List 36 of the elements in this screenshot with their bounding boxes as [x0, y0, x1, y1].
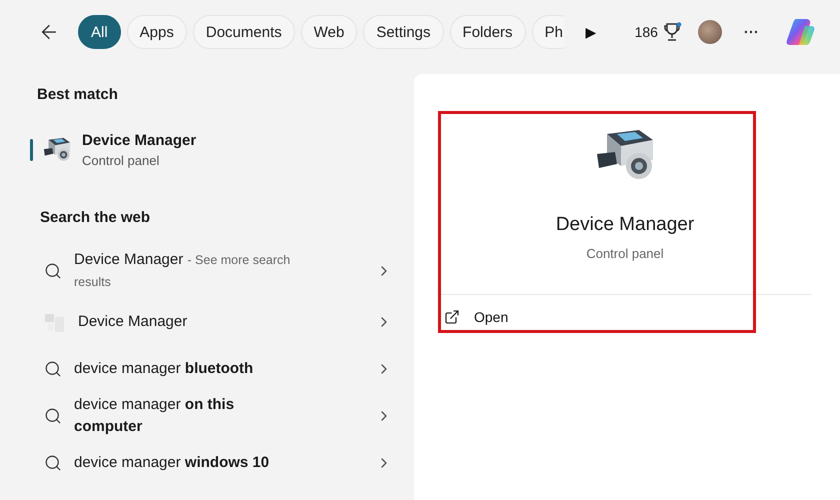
search-icon	[44, 360, 62, 378]
result-text: device manager windows 10	[74, 452, 270, 472]
filter-tab[interactable]: Web	[300, 15, 358, 49]
filter-tab[interactable]: Settings	[363, 15, 444, 49]
points-count: 186	[634, 24, 658, 40]
filter-tab[interactable]: Folders	[450, 15, 526, 49]
trophy-icon	[664, 22, 682, 42]
more-filters-button[interactable]: ▶	[578, 24, 605, 40]
filter-tab[interactable]: Apps	[126, 15, 187, 49]
section-heading: Search the web	[39, 208, 152, 228]
result-text: device manager on this computer	[74, 394, 236, 436]
detail-title: Device Manager	[556, 214, 694, 236]
open-action[interactable]: Open	[438, 295, 812, 339]
result-title: Device Manager	[82, 132, 196, 149]
filter-tab[interactable]: Documents	[192, 15, 295, 49]
filter-tab[interactable]: Ph	[532, 15, 564, 49]
result-subtitle: Control panel	[82, 153, 160, 168]
search-icon	[44, 406, 62, 424]
web-result[interactable]: device manager bluetooth	[30, 345, 402, 392]
search-icon	[44, 262, 62, 280]
copilot-logo-icon[interactable]	[784, 16, 817, 48]
detail-subtitle: Control panel	[586, 246, 664, 261]
result-text: device manager bluetooth	[74, 358, 254, 378]
web-result[interactable]: device manager on this computer	[30, 392, 402, 439]
more-button[interactable]: ···	[738, 24, 765, 40]
section-heading: Best match	[36, 85, 119, 105]
result-text: Device Manager	[78, 312, 188, 332]
web-result[interactable]: Device Manager	[30, 298, 402, 345]
external-link-icon	[444, 309, 460, 325]
web-result[interactable]: device manager windows 10	[30, 439, 402, 486]
search-icon	[44, 454, 62, 472]
best-match-result[interactable]: Device Manager Control panel	[30, 117, 402, 183]
web-result[interactable]: Device Manager - See more search results	[30, 244, 402, 298]
filter-tab[interactable]: All	[78, 15, 121, 49]
result-text: Device Manager - See more search results	[74, 250, 292, 291]
avatar-icon[interactable]	[698, 20, 722, 44]
